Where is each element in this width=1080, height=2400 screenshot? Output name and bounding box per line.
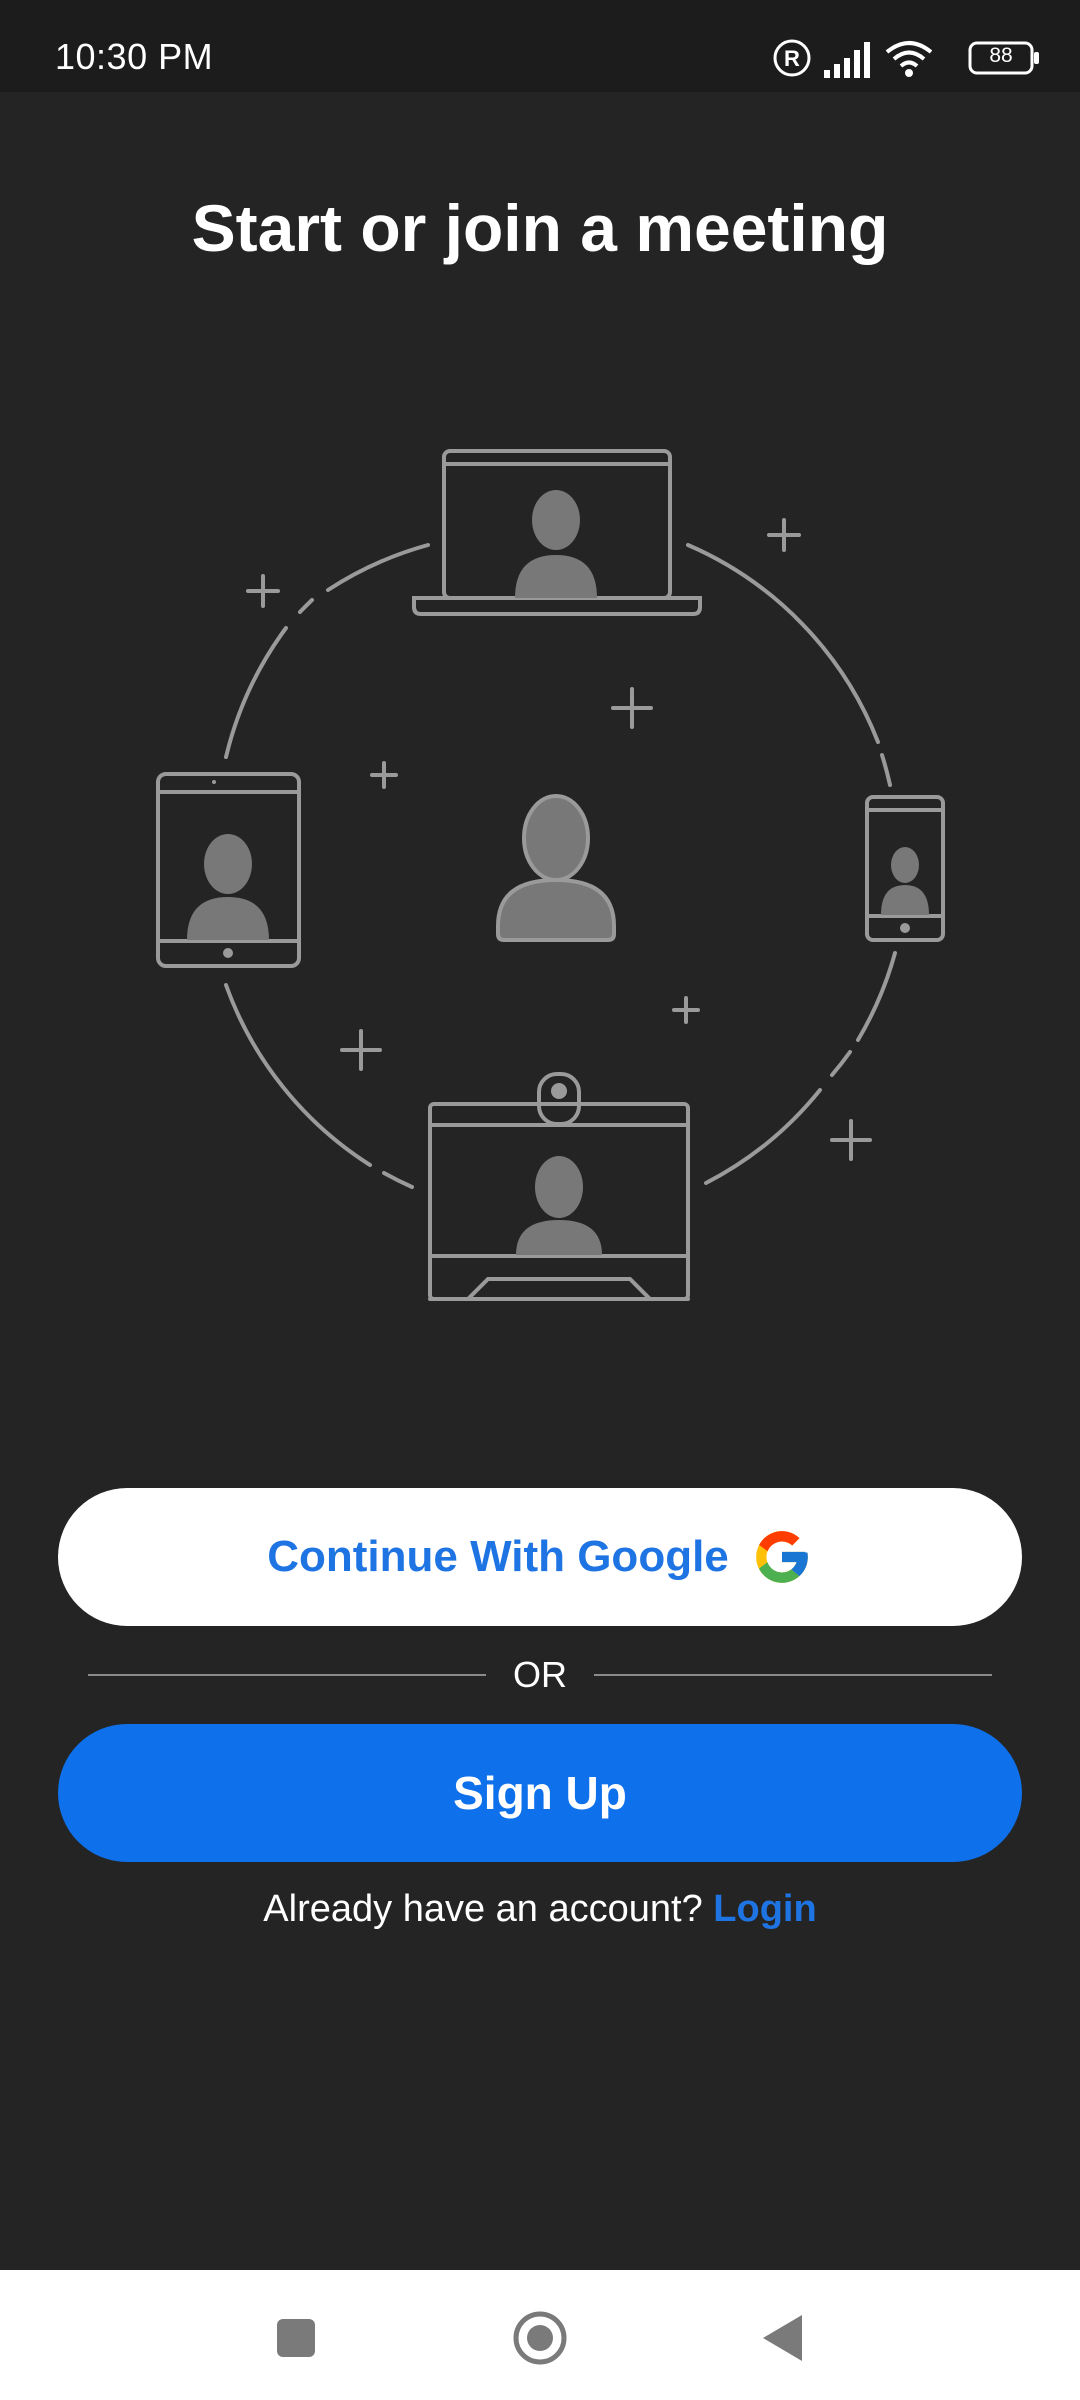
page-title: Start or join a meeting [191, 191, 889, 265]
back-triangle-icon[interactable] [754, 2308, 814, 2368]
divider-line-right [594, 1674, 992, 1676]
meeting-illustration [156, 449, 945, 1301]
recents-square-icon[interactable] [266, 2308, 326, 2368]
sign-up-label: Sign Up [453, 1767, 627, 1819]
svg-text:R: R [784, 46, 800, 71]
battery-level: 88 [989, 44, 1013, 67]
or-divider: OR [88, 1648, 992, 1700]
signal-icon [824, 42, 870, 78]
home-circle-icon[interactable] [510, 2308, 570, 2368]
wifi-icon [885, 41, 933, 77]
status-bar: 10:30 PM R 88 [0, 0, 1080, 92]
login-prompt: Already have an account? Login [0, 1888, 1080, 1931]
screen: 10:30 PM R 88 Start or join a meeting Co… [0, 0, 1080, 2400]
registered-icon: R [773, 39, 811, 77]
navigation-bar [0, 2270, 1080, 2400]
google-button-label: Continue With Google [267, 1532, 729, 1581]
account-prompt-text: Already have an account? [263, 1888, 703, 1930]
sign-up-button[interactable]: Sign Up [58, 1724, 1022, 1862]
status-time: 10:30 PM [55, 36, 214, 77]
google-icon [755, 1531, 808, 1583]
continue-with-google-button[interactable]: Continue With Google [58, 1488, 1022, 1626]
login-link[interactable]: Login [713, 1888, 816, 1930]
